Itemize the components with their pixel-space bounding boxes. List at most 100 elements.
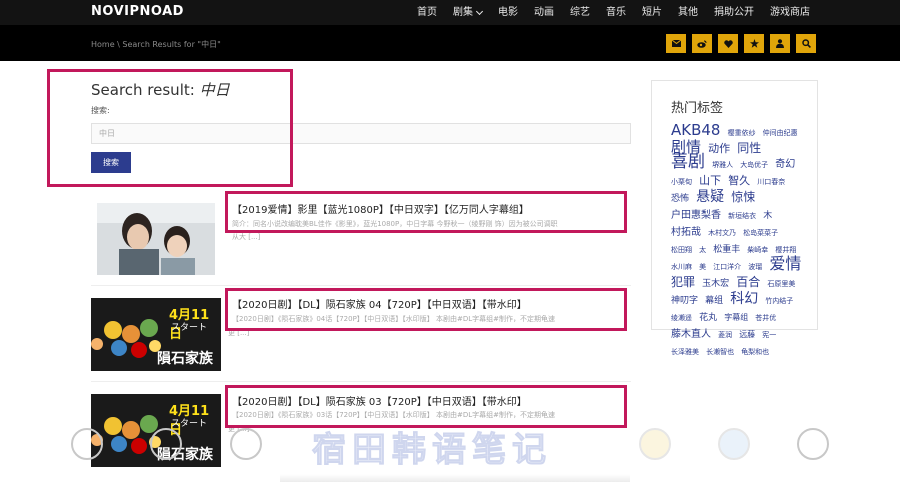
main-nav: 首页 剧集 电影 动画 综艺 音乐 短片 其他 捐助公开 游戏商店 — [409, 0, 818, 25]
tag-link[interactable]: 奇幻 — [775, 159, 795, 170]
chevron-down-icon — [475, 7, 484, 15]
heart-icon[interactable] — [718, 34, 738, 53]
nav-item[interactable]: 首页 — [409, 0, 445, 25]
tag-link[interactable]: 科幻 — [730, 291, 758, 307]
tag-link[interactable]: 藤木直人 — [671, 329, 711, 340]
tag-link[interactable]: 惊悚 — [731, 190, 755, 204]
tag-link[interactable]: 松重丰 — [713, 245, 740, 255]
hot-tags-widget: 热门标签 AKB48 樱重依纱 仲间由纪惠 剧情 动作 同性 喜剧 堺雅人 大岛… — [651, 80, 818, 356]
tag-link[interactable]: 龟梨和也 — [741, 348, 769, 356]
tag-link[interactable]: 美 — [699, 263, 706, 271]
tag-link[interactable]: 玉木宏 — [702, 279, 729, 289]
weibo-icon[interactable] — [692, 34, 712, 53]
tag-link[interactable]: 仲间由纪惠 — [763, 129, 798, 137]
tag-cloud: AKB48 樱重依纱 仲间由纪惠 剧情 动作 同性 喜剧 堺雅人 大岛优子 奇幻… — [671, 123, 804, 359]
sub-bar: Home \ Search Results for "中日" — [0, 25, 900, 61]
tag-link[interactable]: 远藤 — [739, 330, 755, 339]
nav-item-label: 音乐 — [606, 7, 626, 18]
tag-link[interactable]: 柴崎幸 — [747, 246, 768, 254]
tag-link[interactable]: 小栗旬 — [671, 178, 692, 186]
tag-link[interactable]: 恐怖 — [671, 194, 689, 204]
tag-link[interactable]: 竹内结子 — [765, 297, 793, 305]
tag-link[interactable]: 木村文乃 — [708, 229, 736, 237]
tag-link[interactable]: 山下 — [699, 174, 721, 187]
site-logo[interactable]: NOVIPNOAD — [91, 4, 184, 19]
tag-link[interactable]: 樱井翔 — [775, 246, 796, 254]
tag-link[interactable]: 水川麻 — [671, 263, 692, 271]
tag-link[interactable]: 幕组 — [705, 296, 723, 306]
nav-item-label: 剧集 — [453, 7, 473, 18]
star-icon[interactable] — [744, 34, 764, 53]
tag-link[interactable]: 长濑智也 — [706, 348, 734, 356]
tag-link[interactable]: 犯罪 — [671, 275, 695, 289]
nav-item[interactable]: 短片 — [634, 0, 670, 25]
tag-link[interactable]: 松岛菜菜子 — [743, 229, 778, 237]
nav-item[interactable]: 捐助公开 — [706, 0, 762, 25]
user-icon[interactable] — [770, 34, 790, 53]
nav-item-label: 其他 — [678, 7, 698, 18]
thumbnail-subtitle: スタート — [171, 419, 208, 429]
top-navbar: NOVIPNOAD 首页 剧集 电影 动画 综艺 音乐 短片 其他 捐助公开 游戏商店 — [0, 0, 900, 25]
tag-link[interactable]: AKB48 — [671, 121, 720, 139]
tag-link[interactable]: 川口春奈 — [757, 178, 785, 186]
tag-link[interactable]: 宪一 — [762, 331, 776, 339]
result-thumbnail[interactable]: 4月11日 スタート 隕石家族 — [91, 298, 221, 371]
tag-link[interactable]: 波瑠 — [748, 263, 762, 271]
search-icon[interactable] — [796, 34, 816, 53]
tag-link[interactable]: 绫濑遥 — [671, 314, 692, 322]
decorative-circle — [718, 428, 750, 460]
tag-link[interactable]: 樱重依纱 — [728, 129, 756, 137]
tag-link[interactable]: 爱情 — [769, 254, 801, 273]
thumbnail-subtitle: スタート — [171, 323, 208, 333]
breadcrumb: Home \ Search Results for "中日" — [91, 40, 221, 49]
nav-item-label: 短片 — [642, 7, 662, 18]
nav-item[interactable]: 音乐 — [598, 0, 634, 25]
nav-item[interactable]: 电影 — [490, 0, 526, 25]
decorative-circle — [797, 428, 829, 460]
tag-link[interactable]: 松田翔 — [671, 246, 692, 254]
tag-link[interactable]: 木 — [763, 211, 772, 221]
nav-item[interactable]: 动画 — [526, 0, 562, 25]
tag-link[interactable]: 苍井优 — [755, 314, 776, 322]
result-thumbnail[interactable] — [97, 203, 215, 275]
tag-link[interactable]: 江口洋介 — [713, 263, 741, 271]
tag-link[interactable]: 太 — [699, 246, 706, 254]
nav-item-label: 综艺 — [570, 7, 590, 18]
nav-item-label: 动画 — [534, 7, 554, 18]
nav-item-label: 电影 — [498, 7, 518, 18]
decorative-circle — [639, 428, 671, 460]
tag-link[interactable]: 菱润 — [718, 331, 732, 339]
tag-link[interactable]: 花丸 — [699, 313, 717, 323]
highlight-box-result-1 — [225, 191, 627, 233]
nav-item[interactable]: 其他 — [670, 0, 706, 25]
result-divider — [91, 285, 631, 286]
result-divider — [91, 381, 631, 382]
tag-link[interactable]: 神叨字 — [671, 296, 698, 306]
tag-link[interactable]: 大岛优子 — [740, 161, 768, 169]
tag-link[interactable]: 堺雅人 — [712, 161, 733, 169]
nav-item[interactable]: 综艺 — [562, 0, 598, 25]
bottom-shadow — [280, 474, 630, 482]
tag-link[interactable]: 石原里美 — [767, 280, 795, 288]
highlight-box-search — [47, 69, 293, 187]
nav-item-label: 游戏商店 — [770, 7, 810, 18]
tag-link[interactable]: 字幕组 — [724, 313, 748, 322]
tag-link[interactable]: 村拓哉 — [671, 227, 701, 238]
tag-link[interactable]: 百合 — [736, 275, 760, 289]
tag-link[interactable]: 智久 — [728, 174, 750, 187]
tag-link[interactable]: 新垣结衣 — [728, 212, 756, 220]
envelope-icon[interactable] — [666, 34, 686, 53]
tag-link[interactable]: 喜剧 — [671, 152, 705, 172]
hot-tags-title: 热门标签 — [671, 101, 724, 116]
nav-item[interactable]: 剧集 — [445, 0, 490, 25]
tag-link[interactable]: 长泽雅美 — [671, 348, 699, 356]
thumbnail-title: 隕石家族 — [157, 351, 213, 367]
tag-link[interactable]: 悬疑 — [696, 189, 724, 205]
tag-link[interactable]: 动作 — [708, 142, 730, 155]
tag-link[interactable]: 同性 — [737, 141, 761, 155]
decorative-circle — [71, 428, 103, 460]
tag-link[interactable]: 户田惠梨香 — [671, 210, 721, 221]
nav-item[interactable]: 游戏商店 — [762, 0, 818, 25]
watermark-text: 宿田韩语笔记 — [312, 430, 552, 471]
decorative-circle — [230, 428, 262, 460]
